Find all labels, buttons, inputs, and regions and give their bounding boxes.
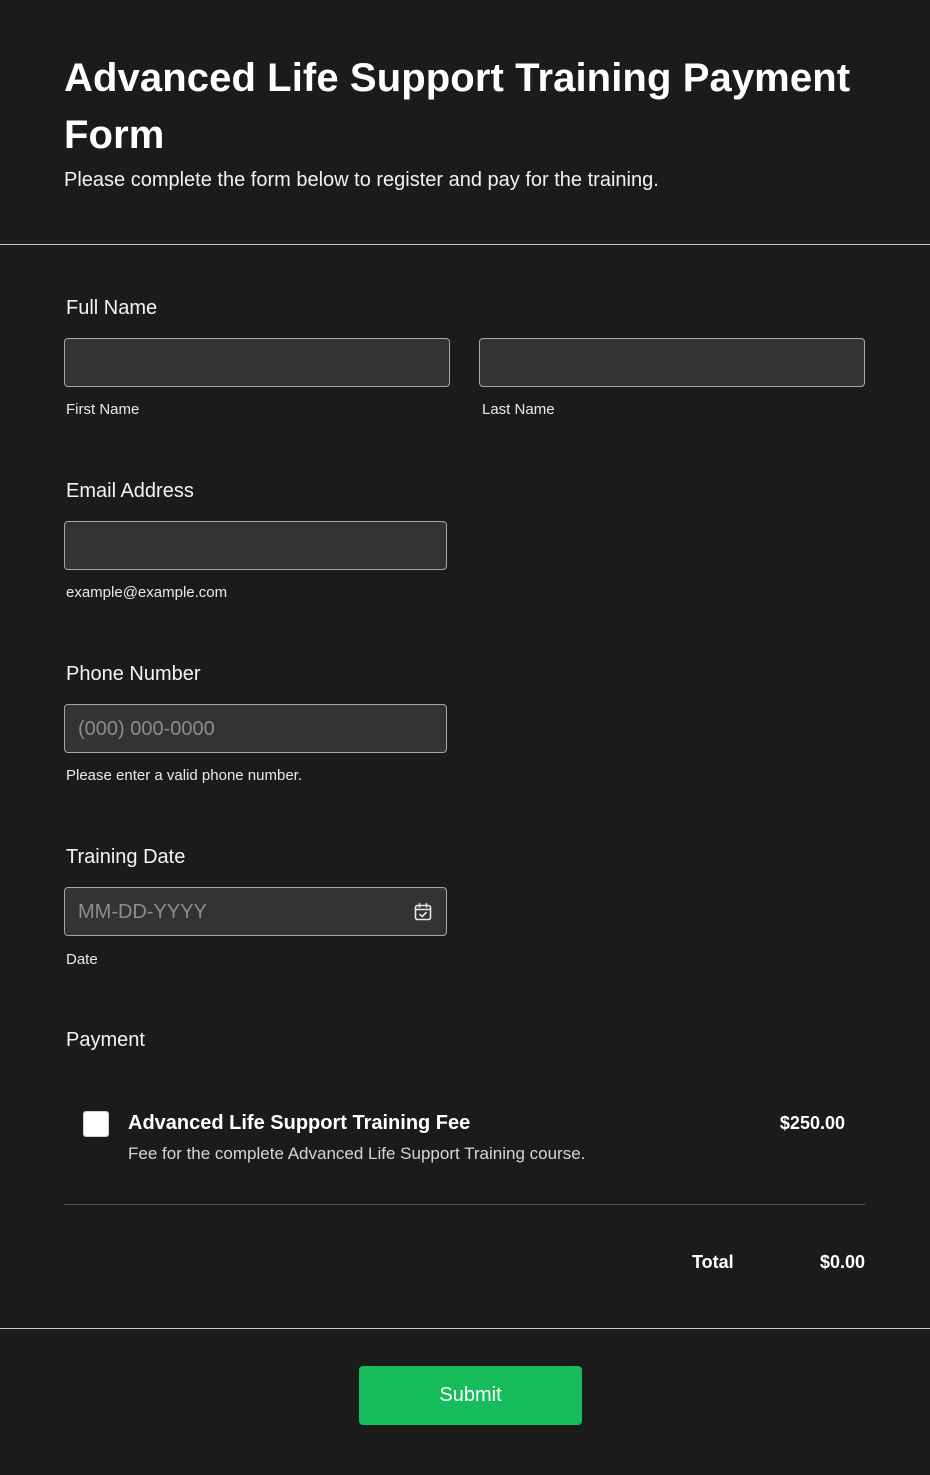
page-subtitle: Please complete the form below to regist… [64, 169, 659, 191]
first-name-input[interactable] [64, 338, 450, 387]
footer-divider [0, 1328, 930, 1329]
total-value: $0.00 [819, 1252, 865, 1272]
product-checkbox[interactable] [83, 1111, 109, 1137]
email-label: Email Address [66, 480, 194, 502]
phone-label: Phone Number [66, 663, 201, 685]
product-description: Fee for the complete Advanced Life Suppo… [128, 1144, 586, 1163]
page-title: Advanced Life Support Training Payment F… [64, 56, 851, 157]
email-sublabel: example@example.com [66, 584, 228, 601]
form-header: Advanced Life Support Training Payment F… [0, 0, 930, 245]
training-date-label: Training Date [66, 846, 186, 868]
date-sublabel: Date [66, 951, 98, 968]
product-name: Advanced Life Support Training Fee [128, 1112, 471, 1134]
last-name-input[interactable] [479, 338, 865, 387]
first-name-sublabel: First Name [66, 401, 140, 418]
date-placeholder: MM-DD-YYYY [78, 901, 207, 923]
product-price: $250.00 [779, 1113, 845, 1133]
submit-button[interactable]: Submit [359, 1366, 582, 1425]
last-name-sublabel: Last Name [482, 401, 555, 418]
phone-sublabel: Please enter a valid phone number. [66, 767, 302, 784]
phone-placeholder: (000) 000-0000 [78, 718, 215, 740]
payment-divider [64, 1204, 865, 1205]
email-input[interactable] [64, 521, 447, 570]
payment-label: Payment [66, 1029, 145, 1051]
total-label: Total [692, 1252, 734, 1272]
full-name-label: Full Name [66, 297, 158, 319]
training-date-input[interactable]: MM-DD-YYYY [64, 887, 447, 936]
calendar-check-icon[interactable] [413, 902, 433, 922]
phone-input[interactable]: (000) 000-0000 [64, 704, 447, 753]
